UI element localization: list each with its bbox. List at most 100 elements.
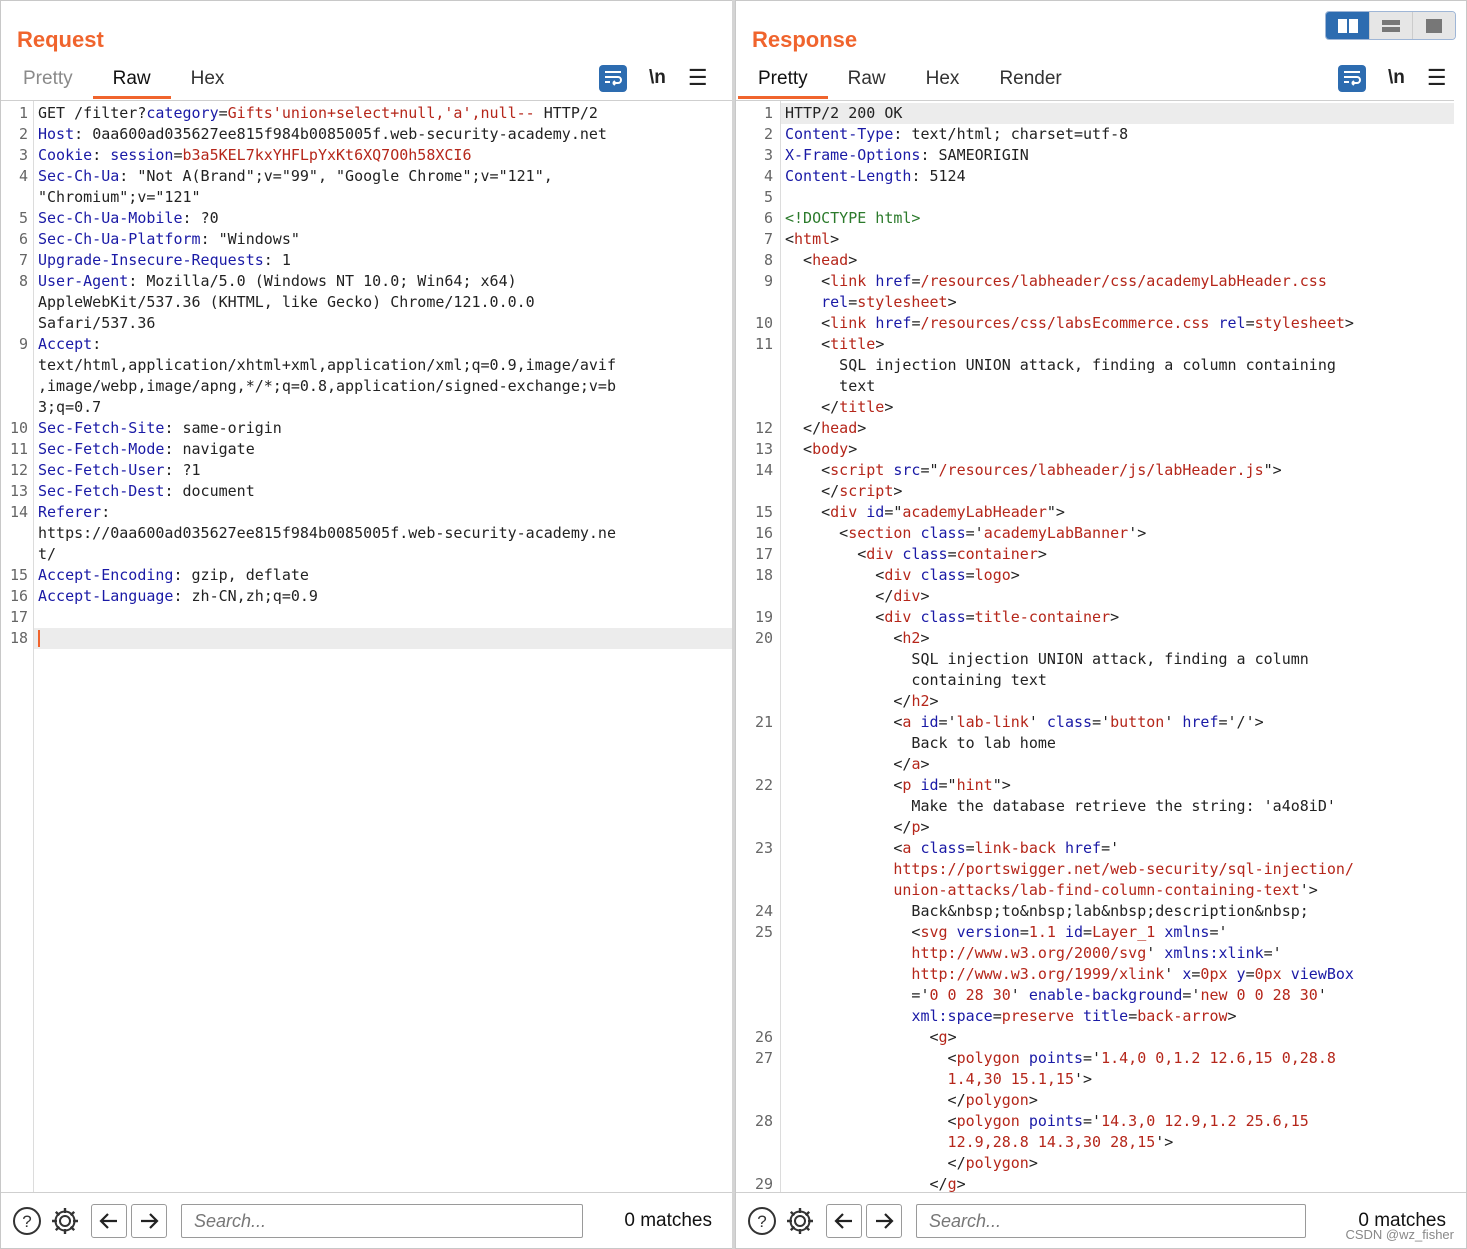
code-text[interactable]: t/	[34, 544, 732, 565]
request-editor[interactable]: 1 GET /filter?category=Gifts'union+select…	[1, 100, 732, 1192]
code-line[interactable]: 14 <script src="/resources/labheader/js/…	[736, 460, 1454, 481]
code-text[interactable]: http://www.w3.org/2000/svg' xmlns:xlink=…	[781, 943, 1454, 964]
code-line[interactable]: 2 Host: 0aa600ad035627ee815f984b0085005f.…	[1, 124, 732, 145]
code-text[interactable]: <!DOCTYPE html>	[781, 208, 1454, 229]
code-line[interactable]: 12 Sec-Fetch-User: ?1	[1, 460, 732, 481]
previous-match-button[interactable]	[826, 1203, 862, 1238]
code-line[interactable]: 9 Accept:	[1, 334, 732, 355]
code-text[interactable]: containing text	[781, 670, 1454, 691]
code-text[interactable]: text	[781, 376, 1454, 397]
code-text[interactable]: Accept:	[34, 334, 732, 355]
code-line[interactable]: 1 HTTP/2 200 OK	[736, 103, 1454, 124]
code-text[interactable]: <polygon points='1.4,0 0,1.2 12.6,15 0,2…	[781, 1048, 1454, 1069]
code-line[interactable]: 10 Sec-Fetch-Site: same-origin	[1, 418, 732, 439]
code-text[interactable]: <div class=logo>	[781, 565, 1454, 586]
code-line[interactable]: 10 <link href = /resources/css/labsEcommer…	[736, 313, 1454, 334]
response-tab-render[interactable]: Render	[979, 63, 1081, 99]
code-line[interactable]: http://www.w3.org/1999/xlink' x=0px y=0p…	[736, 964, 1454, 985]
code-line[interactable]: 27 <polygon points='1.4,0 0,1.2 12.6,15 …	[736, 1048, 1454, 1069]
code-text[interactable]	[34, 628, 732, 649]
code-text[interactable]: </script>	[781, 481, 1454, 502]
code-text[interactable]: https://portswigger.net/web-security/sql…	[781, 859, 1454, 880]
code-text[interactable]: rel=stylesheet>	[781, 292, 1454, 313]
code-text[interactable]: Sec-Fetch-Site: same-origin	[34, 418, 732, 439]
code-text[interactable]: AppleWebKit/537.36 (KHTML, like Gecko) C…	[34, 292, 732, 313]
code-line[interactable]: 9 <link href=/resources/labheader/css/ac…	[736, 271, 1454, 292]
code-line[interactable]: t/	[1, 544, 732, 565]
code-text[interactable]: <div class=container>	[781, 544, 1454, 565]
stacked-layout-icon[interactable]	[1369, 12, 1412, 39]
code-text[interactable]: <body>	[781, 439, 1454, 460]
code-line[interactable]: text/html,application/xhtml+xml,applicat…	[1, 355, 732, 376]
code-text[interactable]: ,image/webp,image/apng,*/*;q=0.8,applica…	[34, 376, 732, 397]
code-line[interactable]: http://www.w3.org/2000/svg' xmlns:xlink=…	[736, 943, 1454, 964]
response-code[interactable]: 1 HTTP/2 200 OK 2 Content-Type: text/html; …	[736, 103, 1454, 1192]
code-text[interactable]: <html>	[781, 229, 1454, 250]
code-line[interactable]: 12 </head>	[736, 418, 1454, 439]
code-text[interactable]: <link href=/resources/labheader/css/acad…	[781, 271, 1454, 292]
code-text[interactable]: SQL injection UNION attack, finding a co…	[781, 355, 1454, 376]
code-text[interactable]: </g>	[781, 1174, 1454, 1192]
code-text[interactable]: Host: 0aa600ad035627ee815f984b0085005f.w…	[34, 124, 732, 145]
code-text[interactable]: Safari/537.36	[34, 313, 732, 334]
response-tab-hex[interactable]: Hex	[906, 63, 980, 99]
code-line[interactable]: 8 <head>	[736, 250, 1454, 271]
code-line[interactable]: containing text	[736, 670, 1454, 691]
code-text[interactable]: Sec-Fetch-Mode: navigate	[34, 439, 732, 460]
code-line[interactable]: 17	[1, 607, 732, 628]
code-text[interactable]: <title>	[781, 334, 1454, 355]
code-line[interactable]: 2 Content-Type: text/html; charset=utf-8	[736, 124, 1454, 145]
code-line[interactable]: SQL injection UNION attack, finding a co…	[736, 355, 1454, 376]
code-line[interactable]: 22 <p id="hint">	[736, 775, 1454, 796]
code-line[interactable]: 13 Sec-Fetch-Dest: document	[1, 481, 732, 502]
code-line[interactable]: 11 Sec-Fetch-Mode: navigate	[1, 439, 732, 460]
code-text[interactable]: text/html,application/xhtml+xml,applicat…	[34, 355, 732, 376]
code-line[interactable]: 13 <body>	[736, 439, 1454, 460]
code-line[interactable]: </a>	[736, 754, 1454, 775]
code-line[interactable]: 1 GET /filter?category=Gifts'union+select…	[1, 103, 732, 124]
code-text[interactable]: <link href = /resources/css/labsEcommerce.…	[781, 313, 1454, 334]
wrap-lines-icon[interactable]	[1338, 64, 1366, 92]
code-line[interactable]: 7 <html>	[736, 229, 1454, 250]
response-tab-raw[interactable]: Raw	[828, 63, 906, 99]
code-text[interactable]: HTTP/2 200 OK	[781, 103, 1454, 124]
previous-match-button[interactable]	[91, 1203, 127, 1238]
code-line[interactable]: 12.9,28.8 14.3,30 28,15'>	[736, 1132, 1454, 1153]
code-text[interactable]: Back to lab home	[781, 733, 1454, 754]
code-text[interactable]: <div class=title-container>	[781, 607, 1454, 628]
next-match-button[interactable]	[131, 1203, 167, 1238]
show-newlines-button[interactable]: \n	[1388, 67, 1405, 89]
code-text[interactable]: Content-Length: 5124	[781, 166, 1454, 187]
request-tab-raw[interactable]: Raw	[92, 63, 171, 99]
code-text[interactable]: </div>	[781, 586, 1454, 607]
code-line[interactable]: 4 Content-Length: 5124	[736, 166, 1454, 187]
code-text[interactable]: Cookie: session=b3a5KEL7kxYHFLpYxKt6XQ7O…	[34, 145, 732, 166]
code-line[interactable]: "Chromium";v="121"	[1, 187, 732, 208]
code-text[interactable]: Make the database retrieve the string: '…	[781, 796, 1454, 817]
response-search-input[interactable]: Search...	[916, 1203, 1306, 1238]
code-text[interactable]: ='0 0 28 30' enable-background='new 0 0 …	[781, 985, 1454, 1006]
code-text[interactable]	[34, 607, 732, 628]
code-line[interactable]: 6 Sec-Ch-Ua-Platform: "Windows"	[1, 229, 732, 250]
code-text[interactable]: <a id='lab-link' class='button' href='/'…	[781, 712, 1454, 733]
settings-gear-icon[interactable]	[49, 1205, 81, 1237]
menu-icon[interactable]: ☰	[688, 67, 708, 89]
code-line[interactable]: 16 <section class='academyLabBanner'>	[736, 523, 1454, 544]
code-line[interactable]: </script>	[736, 481, 1454, 502]
code-line[interactable]: Make the database retrieve the string: '…	[736, 796, 1454, 817]
code-line[interactable]: Safari/537.36	[1, 313, 732, 334]
code-text[interactable]: </p>	[781, 817, 1454, 838]
code-line[interactable]: 6 <!DOCTYPE html>	[736, 208, 1454, 229]
code-line[interactable]: 8 User-Agent: Mozilla/5.0 (Windows NT 10.…	[1, 271, 732, 292]
code-text[interactable]: </h2>	[781, 691, 1454, 712]
code-text[interactable]: User-Agent: Mozilla/5.0 (Windows NT 10.0…	[34, 271, 732, 292]
code-line[interactable]: 19 <div class=title-container>	[736, 607, 1454, 628]
code-text[interactable]: <polygon points='14.3,0 12.9,1.2 25.6,15	[781, 1111, 1454, 1132]
code-line[interactable]: 23 <a class=link-back href='	[736, 838, 1454, 859]
code-line[interactable]: xml:space=preserve title=back-arrow>	[736, 1006, 1454, 1027]
menu-icon[interactable]: ☰	[1427, 67, 1447, 89]
code-line[interactable]: 4 Sec-Ch-Ua: "Not A(Brand";v="99", "Googl…	[1, 166, 732, 187]
code-text[interactable]: <svg version=1.1 id=Layer_1 xmlns='	[781, 922, 1454, 943]
code-line[interactable]: </polygon>	[736, 1090, 1454, 1111]
code-text[interactable]: Sec-Ch-Ua: "Not A(Brand";v="99", "Google…	[34, 166, 732, 187]
